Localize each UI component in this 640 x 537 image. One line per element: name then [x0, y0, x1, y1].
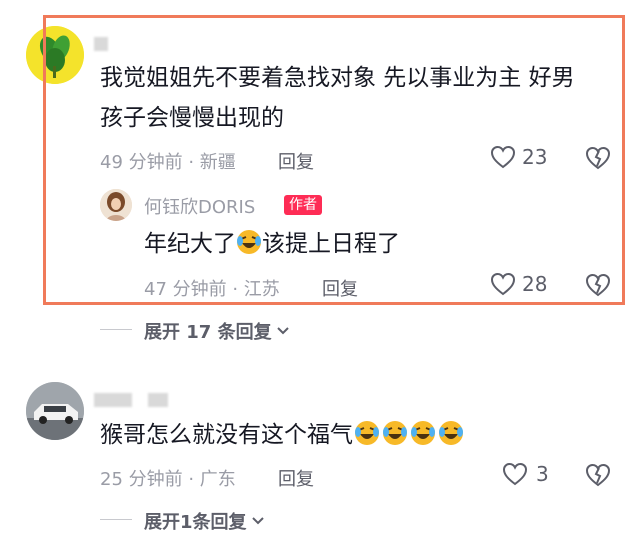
laughing-crying-emoji — [409, 419, 437, 459]
commenter-avatar[interactable] — [26, 26, 84, 84]
like-count: 3 — [536, 462, 549, 486]
reply-button[interactable]: 回复 — [278, 148, 314, 174]
expand-divider — [100, 329, 132, 330]
author-username[interactable]: 何钰欣DORIS — [144, 193, 255, 219]
commenter-name-redacted — [94, 393, 132, 407]
laughing-crying-emoji — [353, 419, 381, 459]
like-count: 23 — [522, 145, 548, 169]
laughing-crying-emoji — [381, 419, 409, 459]
like-count: 28 — [522, 272, 548, 296]
laughing-crying-emoji — [236, 228, 262, 268]
heart-icon — [502, 462, 528, 486]
like-button[interactable]: 28 — [490, 272, 547, 296]
dislike-heart-icon — [585, 463, 611, 487]
heart-icon — [490, 145, 516, 169]
author-badge: 作者 — [284, 195, 322, 215]
laughing-crying-emoji — [437, 419, 465, 459]
like-button[interactable]: 3 — [502, 462, 549, 486]
like-button[interactable]: 23 — [490, 145, 547, 169]
commenter-avatar[interactable] — [26, 382, 84, 440]
reply-button[interactable]: 回复 — [322, 275, 358, 301]
reply-text: 年纪大了 该提上日程了 — [144, 224, 400, 268]
chevron-down-icon — [251, 517, 264, 525]
dislike-heart-icon — [585, 146, 611, 170]
commenter-name-redacted — [94, 37, 108, 51]
dislike-button[interactable] — [585, 146, 611, 174]
dislike-button[interactable] — [585, 273, 611, 301]
expand-divider — [100, 519, 132, 520]
comment-text: 猴哥怎么就没有这个福气 — [100, 415, 465, 459]
commenter-name-redacted — [148, 393, 168, 407]
reply-button[interactable]: 回复 — [278, 465, 314, 491]
comment-meta: 49 分钟前 · 新疆 — [100, 152, 236, 173]
chevron-down-icon — [276, 327, 289, 335]
expand-replies-button[interactable]: 展开 17 条回复 — [144, 318, 290, 344]
dislike-heart-icon — [585, 273, 611, 297]
heart-icon — [490, 272, 516, 296]
comment-text: 我觉姐姐先不要着急找对象 先以事业为主 好男 孩子会慢慢出现的 — [100, 65, 575, 131]
reply-meta: 47 分钟前 · 江苏 — [144, 279, 280, 300]
expand-replies-button[interactable]: 展开1条回复 — [144, 508, 265, 534]
author-avatar[interactable] — [100, 189, 132, 221]
dislike-button[interactable] — [585, 463, 611, 491]
comment-meta: 25 分钟前 · 广东 — [100, 469, 236, 490]
